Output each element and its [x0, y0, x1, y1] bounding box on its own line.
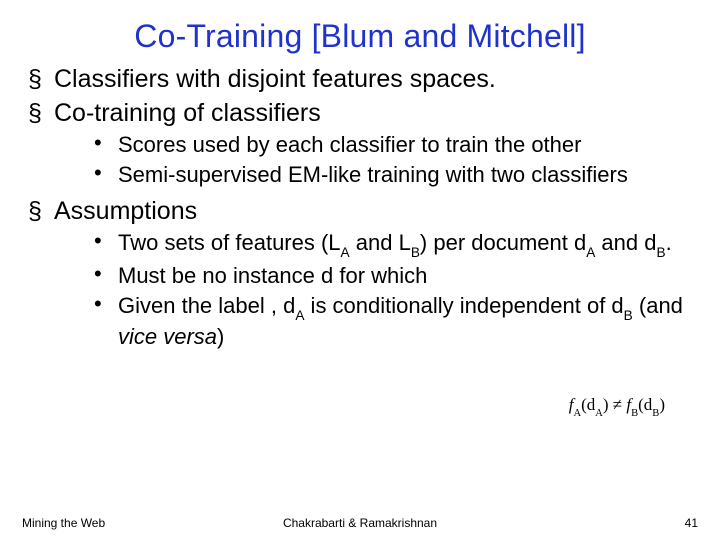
bullet-item: Classifiers with disjoint features space… — [28, 63, 692, 95]
sub-bullet-text: Must be no instance d for which — [118, 263, 427, 288]
bullet-text: Co-training of classifiers — [54, 99, 321, 127]
footer-center: Chakrabarti & Ramakrishnan — [0, 516, 720, 530]
sub-bullet-item: Scores used by each classifier to train … — [94, 131, 692, 159]
sub-bullet-text: Given the label , dA is conditionally in… — [118, 293, 683, 349]
bullet-list: Classifiers with disjoint features space… — [28, 63, 692, 351]
bullet-text: Assumptions — [54, 197, 197, 225]
bullet-item: Co-training of classifiers Scores used b… — [28, 97, 692, 189]
sub-bullet-text: Two sets of features (LA and LB) per doc… — [118, 230, 672, 255]
slide-body: Classifiers with disjoint features space… — [0, 63, 720, 351]
bullet-text: Classifiers with disjoint features space… — [54, 65, 496, 93]
slide: Co-Training [Blum and Mitchell] Classifi… — [0, 0, 720, 540]
sub-bullet-item: Two sets of features (LA and LB) per doc… — [94, 229, 692, 260]
sub-bullet-list: Scores used by each classifier to train … — [54, 131, 692, 189]
footer-page: 41 — [685, 516, 698, 530]
sub-bullet-item: Given the label , dA is conditionally in… — [94, 292, 692, 351]
sub-bullet-item: Semi-supervised EM-like training with tw… — [94, 161, 692, 189]
formula-inequality: fA(dA) ≠ fB(dB) — [569, 395, 665, 417]
sub-bullet-list: Two sets of features (LA and LB) per doc… — [54, 229, 692, 351]
slide-title: Co-Training [Blum and Mitchell] — [0, 0, 720, 63]
bullet-item: Assumptions Two sets of features (LA and… — [28, 195, 692, 351]
sub-bullet-item: Must be no instance d for which — [94, 262, 692, 290]
sub-bullet-text: Semi-supervised EM-like training with tw… — [118, 162, 628, 187]
sub-bullet-text: Scores used by each classifier to train … — [118, 132, 581, 157]
